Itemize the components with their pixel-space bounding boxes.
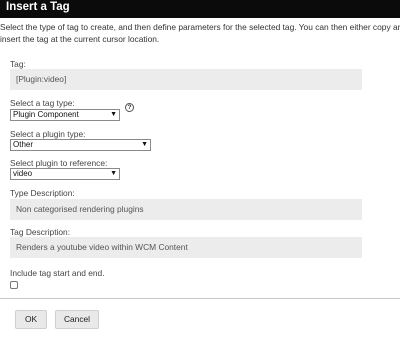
instructions-line-1: Select the type of tag to create, and th… [0,22,400,32]
dialog-instructions: Select the type of tag to create, and th… [0,21,400,45]
tag-type-label: Select a tag type: [10,98,75,108]
tag-value-field: [Plugin:video] [10,69,362,90]
dropdown-arrow-icon: ▼ [141,141,148,148]
tag-description-label: Tag Description: [10,227,71,237]
help-icon[interactable]: ? [125,103,134,112]
include-tags-label: Include tag start and end. [10,268,105,278]
tag-type-select[interactable]: Plugin Component ▼ [10,109,120,121]
plugin-type-select[interactable]: Other ▼ [10,139,151,151]
dialog-title: Insert a Tag [6,1,70,13]
instructions-line-2: insert the tag at the current cursor loc… [0,34,160,44]
tag-label: Tag: [10,59,26,69]
dropdown-arrow-icon: ▼ [110,170,117,177]
tag-description-field: Renders a youtube video within WCM Conte… [10,237,362,258]
tag-type-selected: Plugin Component [13,110,79,119]
type-description-label: Type Description: [10,188,75,198]
plugin-reference-label: Select plugin to reference: [10,158,108,168]
dropdown-arrow-icon: ▼ [110,111,117,118]
type-description-field: Non categorised rendering plugins [10,199,362,220]
cancel-button[interactable]: Cancel [55,310,99,329]
ok-button[interactable]: OK [15,310,47,329]
dialog-title-bar: Insert a Tag [0,0,400,18]
include-tags-checkbox[interactable] [10,281,18,289]
plugin-type-selected: Other [13,140,34,149]
footer-divider [0,298,400,299]
plugin-reference-select[interactable]: video ▼ [10,168,120,180]
plugin-type-label: Select a plugin type: [10,129,86,139]
plugin-reference-selected: video [13,169,33,178]
